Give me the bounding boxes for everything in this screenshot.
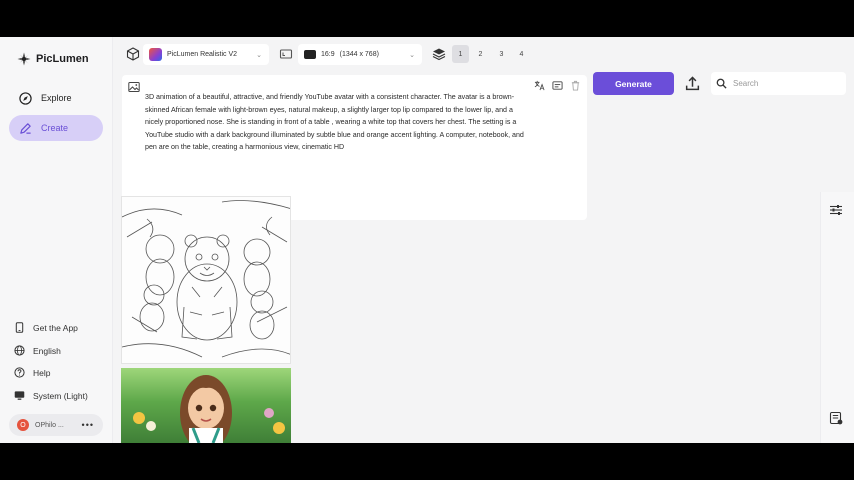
chevron-down-icon: ⌄: [409, 51, 415, 59]
app-name: PicLumen: [36, 53, 89, 65]
theme-selector[interactable]: System (Light): [14, 390, 88, 401]
compass-icon: [19, 91, 32, 105]
search-icon: [716, 78, 727, 89]
clear-prompt-icon[interactable]: [570, 80, 581, 91]
get-app-label: Get the App: [33, 322, 78, 333]
app-window: PicLumen Explore Create Get the App Engl…: [0, 37, 854, 443]
model-thumbnail: [149, 48, 162, 61]
sliders-icon[interactable]: [829, 203, 843, 217]
right-panel: [820, 192, 854, 443]
help-icon: [14, 367, 25, 378]
nav-item-create[interactable]: Create: [9, 115, 103, 141]
upload-icon[interactable]: [684, 75, 701, 92]
prompt-text[interactable]: 3D animation of a beautiful, attractive,…: [145, 91, 530, 154]
user-name: OPhilo ...: [35, 421, 64, 429]
prompt-tools: [534, 80, 581, 91]
count-option-4[interactable]: 4: [513, 45, 530, 63]
user-account[interactable]: O OPhilo ... •••: [9, 414, 103, 436]
chevron-down-icon: ⌄: [256, 51, 262, 59]
model-name: PicLumen Realistic V2: [167, 51, 238, 58]
app-logo[interactable]: PicLumen: [17, 52, 89, 66]
resolution-value: (1344 x 768): [339, 51, 379, 58]
search-input[interactable]: Search: [711, 72, 846, 95]
theme-label: System (Light): [33, 390, 88, 401]
help-link[interactable]: Help: [14, 367, 50, 378]
count-option-1[interactable]: 1: [452, 45, 469, 63]
generated-image-tiger[interactable]: [121, 196, 291, 364]
generate-button[interactable]: Generate: [593, 72, 674, 95]
monitor-icon: [14, 391, 25, 400]
aspect-ratio-icon[interactable]: [279, 47, 293, 61]
generated-image-girl[interactable]: [121, 368, 291, 443]
globe-icon: [14, 345, 25, 356]
phone-icon: [15, 322, 24, 333]
girl-image: [133, 375, 285, 443]
prompt-enhance-icon[interactable]: [552, 80, 563, 91]
ratio-icon: [304, 50, 316, 59]
translate-icon[interactable]: [534, 80, 545, 91]
avatar: O: [17, 419, 29, 431]
aspect-ratio-selector[interactable]: 16:9 (1344 x 768) ⌄: [298, 44, 422, 65]
cube-icon[interactable]: [126, 47, 140, 61]
logo-icon: [17, 52, 31, 66]
nav-item-explore[interactable]: Explore: [9, 85, 103, 111]
image-upload-icon[interactable]: [128, 81, 140, 93]
tiger-coloring-image: [122, 200, 290, 358]
language-selector[interactable]: English: [14, 345, 61, 356]
help-label: Help: [33, 367, 51, 378]
language-label: English: [33, 345, 61, 356]
pen-icon: [20, 122, 31, 134]
count-option-2[interactable]: 2: [472, 45, 489, 63]
count-option-3[interactable]: 3: [493, 45, 510, 63]
nav-label: Create: [41, 123, 69, 133]
feedback-icon[interactable]: [829, 411, 843, 425]
more-options-icon[interactable]: •••: [82, 420, 94, 430]
sidebar: PicLumen Explore Create Get the App Engl…: [0, 37, 113, 443]
model-selector[interactable]: PicLumen Realistic V2 ⌄: [143, 44, 269, 65]
search-placeholder: Search: [733, 79, 759, 88]
nav-label: Explore: [41, 93, 72, 103]
layers-icon[interactable]: [432, 47, 446, 61]
ratio-value: 16:9: [321, 51, 335, 58]
get-app-link[interactable]: Get the App: [14, 322, 78, 333]
